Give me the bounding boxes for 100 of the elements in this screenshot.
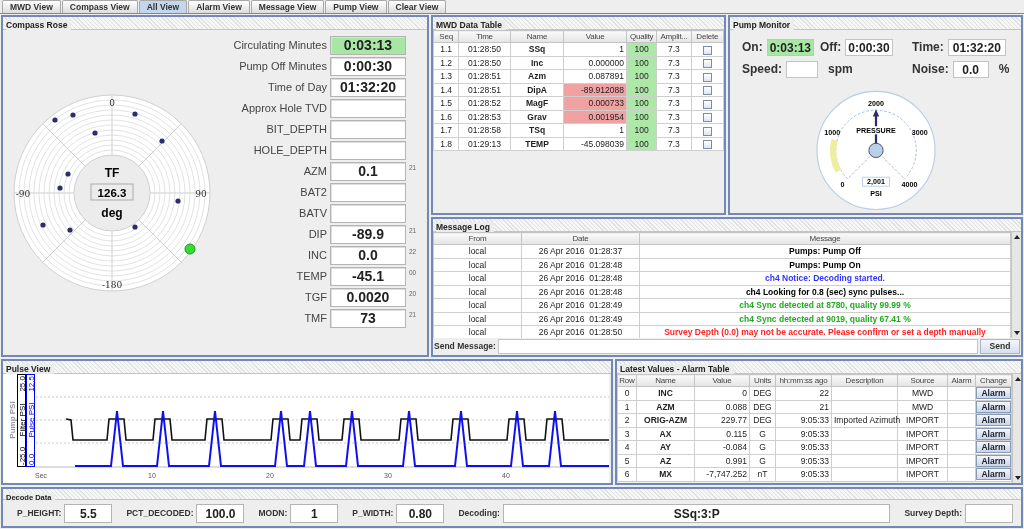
tab[interactable]: Clear View <box>387 0 447 13</box>
field-label: BIT_DEPTH <box>265 122 327 137</box>
column-header: From <box>433 232 522 245</box>
column-header: hh:mm:ss ago <box>775 374 832 387</box>
axis-title: Filter PSI <box>18 403 27 437</box>
panel-title: Pump Monitor <box>733 20 795 30</box>
alarm-button[interactable]: Alarm <box>976 387 1011 400</box>
column-header: Name <box>510 30 564 43</box>
field-label: BAT2 <box>299 185 327 200</box>
tab[interactable]: All View <box>138 0 188 13</box>
tab[interactable]: Alarm View <box>188 0 250 13</box>
delete-checkbox[interactable] <box>702 45 712 55</box>
column-header: Alarm <box>947 374 976 387</box>
column-header: Amplit... <box>656 30 692 43</box>
field-label: On: <box>742 39 763 56</box>
field-label: MODN: <box>258 506 288 520</box>
tick-label: -25.0 <box>18 446 27 465</box>
unit-label: spm <box>828 61 853 78</box>
field-label: Send Message: <box>434 340 496 353</box>
tick-label: 12.5 <box>27 376 36 392</box>
tab[interactable]: Pump View <box>325 0 387 13</box>
panel-title: Compass Rose <box>6 20 72 30</box>
column-header: Date <box>521 232 640 245</box>
readout-field: -89.9 <box>330 225 406 244</box>
field-label: Noise: <box>912 61 949 78</box>
column-header: Change <box>975 374 1012 387</box>
readout-field: 0.1 <box>330 162 406 181</box>
alarm-button[interactable]: Alarm <box>976 441 1011 454</box>
column-header: Value <box>563 30 627 43</box>
field-label: BATV <box>298 206 327 221</box>
readout-field: 0:03:13 <box>766 38 815 56</box>
tab[interactable]: Compass View <box>61 0 138 13</box>
axis-title: Pulse PSI <box>27 402 36 438</box>
column-header: Description <box>831 374 898 387</box>
send-button[interactable]: Send <box>980 339 1020 354</box>
panel-title: Message Log <box>436 222 494 232</box>
readout-field: 0.0 <box>952 60 989 78</box>
column-header: Name <box>636 374 695 387</box>
readout-field: 0.0020 <box>330 288 406 307</box>
column-header: Source <box>897 374 948 387</box>
readout-field <box>965 503 1013 523</box>
field-label: Survey Depth: <box>904 506 962 520</box>
column-header: Time <box>458 30 511 43</box>
delete-checkbox[interactable] <box>702 126 712 136</box>
field-label: P_WIDTH: <box>352 506 394 520</box>
readout-field: 1 <box>290 503 339 523</box>
unit-label: deg <box>101 205 123 220</box>
readout-field: 126.3 <box>90 183 134 200</box>
field-label: P_HEIGHT: <box>17 506 62 520</box>
column-header: Delete <box>691 30 724 43</box>
field-label: Speed: <box>742 61 782 78</box>
readout-field: -45.1 <box>330 267 406 286</box>
alarm-button[interactable]: Alarm <box>976 414 1011 427</box>
field-label: AZM <box>302 164 327 179</box>
field-label: DIP <box>307 227 327 242</box>
column-header: Units <box>749 374 776 387</box>
unit-label: % <box>998 61 1010 78</box>
axis-label: 0 <box>109 97 115 108</box>
field-label: Pump Off Minutes <box>238 59 327 74</box>
column-header: Quality <box>626 30 657 43</box>
delete-checkbox[interactable] <box>702 59 712 68</box>
readout-field: SSq:3:P <box>502 503 891 523</box>
field-label: Circulating Minutes <box>233 38 327 53</box>
readout-field: 73 <box>330 309 406 328</box>
tab[interactable]: MWD View <box>2 0 61 13</box>
column-header: Row <box>617 374 637 387</box>
panel-title: Latest Values - Alarm Table <box>620 364 734 374</box>
field-label: Time of Day <box>267 80 327 95</box>
message-input[interactable] <box>497 339 978 354</box>
readout-field: 0:00:30 <box>845 38 893 56</box>
panel-title: Pulse View <box>6 364 55 374</box>
tick-label: 25.0 <box>18 376 27 392</box>
scrollbar[interactable] <box>1011 232 1021 338</box>
readout-field: 100.0 <box>196 503 245 523</box>
axis-title: Pump PSI <box>8 401 17 439</box>
readout-field: 01:32:20 <box>947 38 1006 56</box>
tf-label: TF <box>104 165 120 180</box>
field-label: Off: <box>820 39 842 56</box>
delete-checkbox[interactable] <box>702 72 712 82</box>
column-header: Message <box>639 232 1011 245</box>
scrollbar[interactable] <box>1012 374 1021 483</box>
column-header: Seq <box>433 30 459 43</box>
field-label: Time: <box>912 39 944 56</box>
axis-label: -90 <box>15 188 31 199</box>
tab[interactable]: Message View <box>250 0 325 13</box>
delete-checkbox[interactable] <box>702 99 712 109</box>
field-label: Decoding: <box>458 506 500 520</box>
column-header: Value <box>694 374 750 387</box>
panel-title: MWD Data Table <box>436 20 506 30</box>
field-label: PCT_DECODED: <box>126 506 194 520</box>
delete-checkbox[interactable] <box>702 86 712 95</box>
delete-checkbox[interactable] <box>702 113 712 122</box>
readout-field: 5.5 <box>64 503 113 523</box>
field-label: TEMP <box>295 269 327 284</box>
field-label: HOLE_DEPTH <box>252 143 327 158</box>
delete-checkbox[interactable] <box>702 140 712 149</box>
tick-label: 0.0 <box>27 453 36 465</box>
field-label: TMF <box>303 311 327 326</box>
alarm-button[interactable]: Alarm <box>976 468 1011 481</box>
readout-field: 01:32:20 <box>330 78 406 97</box>
